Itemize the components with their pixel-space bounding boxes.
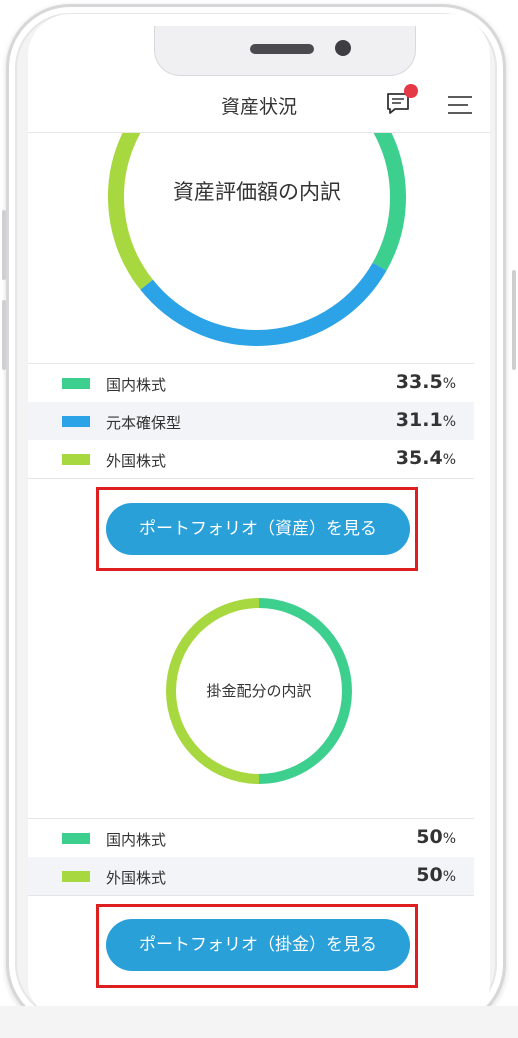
contribution-chart-title: 掛金配分の内訳 <box>206 682 312 700</box>
legend-number: 35.4 <box>395 447 443 469</box>
legend-unit: % <box>442 376 456 392</box>
legend-number: 50 <box>416 864 443 886</box>
view-contribution-portfolio-button[interactable]: ポートフォリオ（掛金）を見る <box>106 919 410 971</box>
legend-unit: % <box>442 831 456 847</box>
donut-slice-2 <box>140 262 387 346</box>
legend-unit: % <box>442 414 456 430</box>
asset-legend: 国内株式 33.5% 元本確保型 31.1% 外国株式 35.4% <box>28 363 474 479</box>
legend-row-foreign-stocks: 外国株式 50% <box>28 857 474 895</box>
legend-unit: % <box>442 452 456 468</box>
legend-swatch <box>62 416 90 427</box>
phone-notch <box>154 26 416 76</box>
legend-swatch <box>62 871 90 882</box>
notification-badge <box>404 84 418 98</box>
legend-label: 元本確保型 <box>106 414 182 432</box>
app-header: 資産状況 <box>28 72 490 133</box>
page-title: 資産状況 <box>220 96 297 118</box>
bottom-strip <box>0 1006 518 1038</box>
contribution-legend: 国内株式 50% 外国株式 50% <box>28 818 474 896</box>
legend-value: 31.1% <box>396 409 456 431</box>
legend-row-domestic-stocks: 国内株式 50% <box>28 819 474 857</box>
legend-row-principal-guaranteed: 元本確保型 31.1% <box>28 402 474 440</box>
legend-row-domestic-stocks: 国内株式 33.5% <box>28 364 474 402</box>
legend-swatch <box>62 833 90 844</box>
speaker-grille <box>250 44 314 54</box>
legend-label: 外国株式 <box>106 452 167 470</box>
legend-number: 31.1 <box>395 409 443 431</box>
legend-swatch <box>62 454 90 465</box>
legend-value: 50% <box>416 826 456 848</box>
asset-chart-title: 資産評価額の内訳 <box>173 180 341 204</box>
legend-label: 外国株式 <box>106 869 167 887</box>
legend-value: 35.4% <box>396 447 456 469</box>
phone-side-button <box>512 270 516 370</box>
legend-swatch <box>62 378 90 389</box>
legend-value: 33.5% <box>396 371 456 393</box>
phone-side-button <box>2 210 6 280</box>
front-camera <box>335 40 351 56</box>
legend-number: 33.5 <box>395 371 443 393</box>
legend-unit: % <box>442 869 456 885</box>
legend-label: 国内株式 <box>106 376 167 394</box>
hamburger-menu-icon[interactable] <box>446 94 474 116</box>
view-asset-portfolio-button[interactable]: ポートフォリオ（資産）を見る <box>106 503 410 555</box>
legend-label: 国内株式 <box>106 831 167 849</box>
legend-row-foreign-stocks: 外国株式 35.4% <box>28 440 474 478</box>
phone-side-button <box>2 300 6 370</box>
legend-number: 50 <box>416 826 443 848</box>
legend-value: 50% <box>416 864 456 886</box>
